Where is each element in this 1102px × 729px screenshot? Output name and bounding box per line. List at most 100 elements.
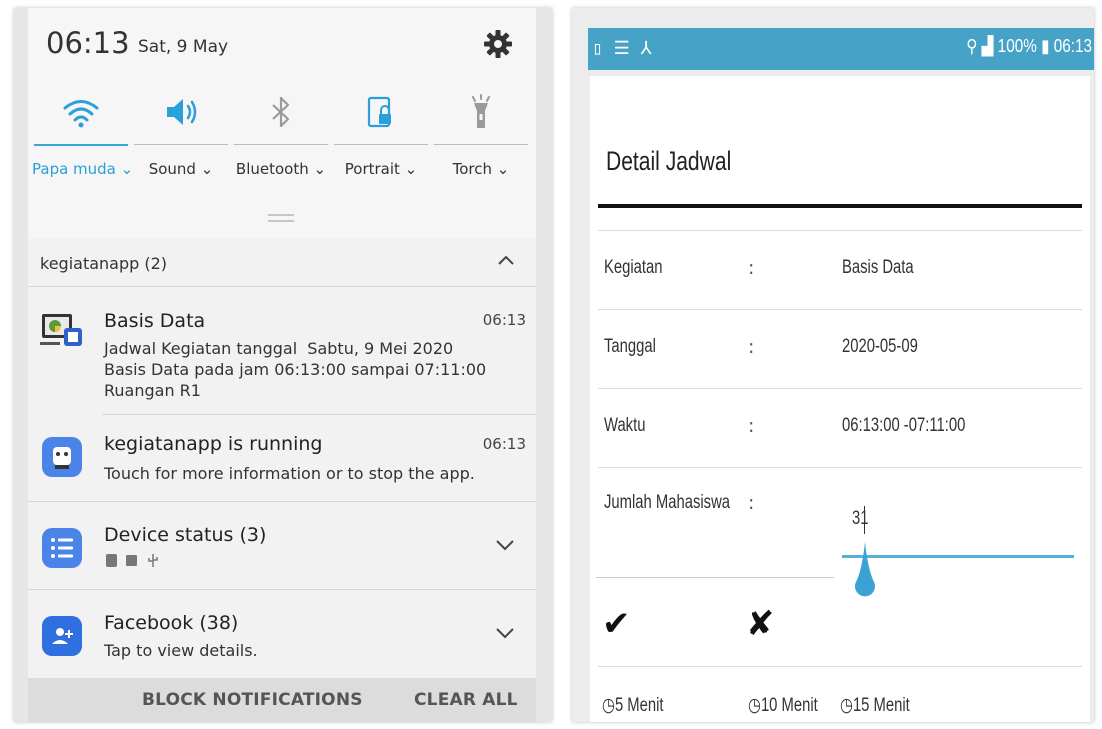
- notification-title: Facebook (38): [104, 612, 239, 634]
- chevron-down-icon: ⌄: [399, 160, 418, 178]
- clock: 06:13: [46, 26, 130, 60]
- timer-15-button[interactable]: ◷15 Menit: [840, 694, 910, 717]
- field-separator: :: [748, 336, 755, 358]
- body-line: Jadwal Kegiatan tanggal Sabtu, 9 Mei 202…: [104, 339, 454, 358]
- notification-app-running[interactable]: kegiatanapp is running 06:13 Touch for m…: [28, 415, 536, 501]
- notification-body: Jadwal Kegiatan tanggal Sabtu, 9 Mei 202…: [104, 338, 486, 401]
- field-separator: :: [748, 492, 755, 514]
- bluetooth-icon: [272, 96, 290, 128]
- tile-label: Portrait: [344, 160, 400, 178]
- status-right: ⚲ ▟ 100% ▮ 06:13: [966, 36, 1092, 57]
- clock-icon: ◷: [748, 695, 761, 716]
- notification-list: kegiatanapp (2) Basis Data 06:13 Jadwal …: [28, 238, 536, 722]
- mini-status-icons: [106, 554, 158, 567]
- chevron-down-icon: ⌄: [492, 160, 510, 178]
- clear-all-button[interactable]: CLEAR ALL: [414, 690, 518, 710]
- timer-label: 10 Menit: [760, 695, 818, 716]
- status-bar: ▯ ☰ ⅄ ⚲ ▟ 100% ▮ 06:13: [588, 28, 1094, 70]
- text-caret: [864, 506, 865, 534]
- tile-underline: [34, 144, 128, 146]
- notification-actions: BLOCK NOTIFICATIONS CLEAR ALL: [28, 678, 536, 722]
- page-title: Detail Jadwal: [606, 146, 732, 176]
- drag-handle[interactable]: [268, 214, 294, 222]
- confirm-button[interactable]: ✔: [602, 604, 631, 644]
- field-row-kegiatan: Kegiatan : Basis Data: [598, 230, 1082, 309]
- android-system-icon: [42, 437, 82, 477]
- tile-label: Papa muda: [32, 160, 116, 178]
- title-divider: [598, 204, 1082, 208]
- gear-icon[interactable]: [482, 28, 514, 60]
- timer-5-button[interactable]: ◷5 Menit: [602, 694, 664, 717]
- quick-settings-panel: Papa muda ⌄ Sound ⌄ Bluetooth ⌄ Portrait…: [28, 86, 536, 178]
- chevron-down-icon: ⌄: [308, 160, 327, 178]
- contact-icon: [42, 616, 82, 656]
- field-value: Basis Data: [842, 257, 914, 278]
- quick-tile-sound[interactable]: Sound ⌄: [132, 86, 230, 190]
- chevron-up-icon[interactable]: [496, 252, 516, 268]
- group-title: kegiatanapp (2): [40, 254, 168, 273]
- chevron-down-icon: ⌄: [115, 160, 134, 178]
- jumlah-slider[interactable]: [842, 555, 1074, 558]
- rotation-lock-icon: [367, 96, 391, 128]
- notification-title: kegiatanapp is running: [104, 433, 323, 455]
- field-row-waktu: Waktu : 06:13:00 -07:11:00: [598, 388, 1082, 467]
- body-line: Touch for more information or to stop th…: [104, 464, 475, 483]
- divider: [598, 666, 1082, 667]
- status-mini-icons: [104, 552, 168, 568]
- notification-title: Device status (3): [104, 524, 267, 546]
- wifi-icon: [63, 100, 99, 128]
- quick-tile-torch[interactable]: Torch ⌄: [432, 86, 530, 190]
- block-notifications-button[interactable]: BLOCK NOTIFICATIONS: [142, 690, 363, 710]
- notification-facebook[interactable]: Facebook (38) Tap to view details.: [28, 590, 536, 678]
- chevron-down-icon[interactable]: [494, 538, 516, 552]
- field-value: 06:13:00 -07:11:00: [842, 415, 966, 436]
- notification-title: Basis Data: [104, 310, 206, 332]
- field-row-tanggal: Tanggal : 2020-05-09: [598, 309, 1082, 388]
- app-screenshot: ▯ ☰ ⅄ ⚲ ▟ 100% ▮ 06:13 Detail Jadwal Keg…: [572, 8, 1094, 722]
- quick-tile-wifi[interactable]: Papa muda ⌄: [32, 86, 134, 190]
- signal-icon: ⚲ ▟: [966, 36, 998, 56]
- detail-card: Detail Jadwal Kegiatan : Basis Data Tang…: [590, 76, 1090, 722]
- group-header[interactable]: kegiatanapp (2): [28, 238, 536, 287]
- body-line: Tap to view details.: [104, 641, 258, 660]
- field-label: Kegiatan: [604, 257, 663, 278]
- slider-thumb[interactable]: [854, 540, 876, 598]
- notification-basis-data[interactable]: Basis Data 06:13 Jadwal Kegiatan tanggal…: [28, 286, 536, 414]
- battery-icon: ▮: [1036, 36, 1054, 56]
- timer-10-button[interactable]: ◷10 Menit: [748, 694, 818, 717]
- field-label: Tanggal: [604, 336, 656, 357]
- field-value: 2020-05-09: [842, 336, 918, 357]
- battery-level: 100%: [997, 36, 1037, 56]
- quick-tile-rotation[interactable]: Portrait ⌄: [332, 86, 430, 190]
- tile-label: Sound: [148, 160, 196, 178]
- input-underline: [596, 577, 834, 578]
- notification-time: 06:13: [482, 435, 526, 453]
- chevron-down-icon[interactable]: [494, 626, 516, 640]
- tile-underline: [434, 144, 528, 145]
- timer-label: 15 Menit: [852, 695, 910, 716]
- tile-label: Torch: [452, 160, 493, 178]
- field-label: Jumlah Mahasiswa: [604, 492, 731, 513]
- shade-status-row: 06:13 Sat, 9 May: [28, 8, 536, 80]
- date: Sat, 9 May: [138, 37, 229, 57]
- notification-time: 06:13: [482, 311, 526, 329]
- notification-shade: 06:13 Sat, 9 May Papa muda ⌄ Sound ⌄ Blu…: [28, 8, 536, 722]
- notification-body: Touch for more information or to stop th…: [104, 463, 475, 484]
- clock-icon: ◷: [602, 695, 615, 716]
- tile-underline: [334, 144, 428, 145]
- app-icon: [40, 314, 82, 346]
- list-icon: [42, 528, 82, 568]
- volume-icon: [167, 99, 197, 125]
- flashlight-icon: [472, 94, 490, 128]
- notification-body: Tap to view details.: [104, 640, 258, 661]
- tile-underline: [234, 144, 328, 145]
- notification-device-status[interactable]: Device status (3): [28, 502, 536, 589]
- jumlah-input[interactable]: 31: [852, 508, 868, 530]
- field-label: Waktu: [604, 415, 646, 436]
- field-row-jumlah-mahasiswa: Jumlah Mahasiswa :: [598, 467, 1082, 578]
- body-line: Basis Data pada jam 06:13:00 sampai 07:1…: [104, 360, 487, 379]
- field-separator: :: [748, 415, 755, 437]
- quick-tile-bluetooth[interactable]: Bluetooth ⌄: [232, 86, 330, 190]
- cancel-button[interactable]: ✘: [746, 604, 775, 644]
- body-line: Ruangan R1: [104, 381, 201, 400]
